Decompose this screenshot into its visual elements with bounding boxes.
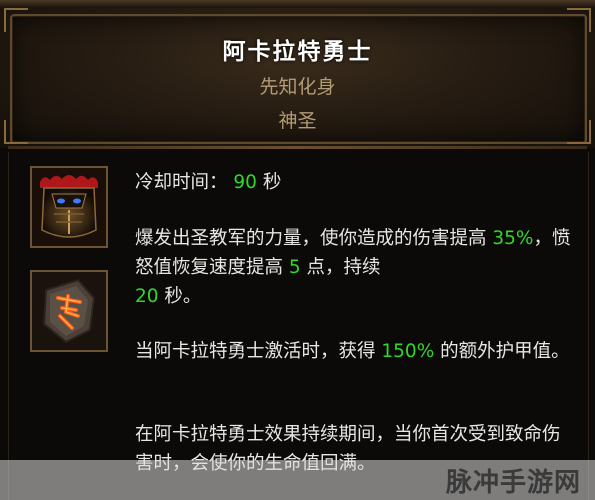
desc-text: 的额外护甲值。 — [434, 341, 570, 362]
skill-name: 阿卡拉特勇士 — [222, 39, 373, 65]
desc-text: 当阿卡拉特勇士激活时，获得 — [135, 341, 382, 362]
desc-value: 150% — [381, 341, 435, 362]
desc-value: 35% — [492, 228, 534, 249]
desc-text: 秒。 — [158, 286, 202, 307]
cooldown-value: 90 — [233, 172, 257, 193]
skill-tooltip: 阿卡拉特勇士 先知化身 神圣 冷却时间： 90 秒 爆发出圣教军的力量，使你造成… — [0, 0, 595, 500]
desc-text: 爆发出圣教军的力量，使你造成的伤害提高 — [135, 228, 493, 249]
helmet-icon[interactable] — [30, 166, 108, 248]
skill-type: 神圣 — [278, 110, 317, 132]
cooldown-label: 冷却时间： — [135, 172, 228, 193]
rune-icon[interactable] — [30, 270, 108, 352]
cooldown-line: 冷却时间： 90 秒 — [135, 168, 575, 197]
skill-class: 先知化身 — [259, 76, 336, 98]
description-paragraph-2: 当阿卡拉特勇士激活时，获得 150% 的额外护甲值。 — [135, 337, 575, 366]
header-divider — [8, 146, 587, 149]
frame-corner-ornament — [567, 8, 591, 32]
cooldown-unit: 秒 — [262, 172, 282, 193]
helmet-icon-graphic — [32, 168, 106, 246]
description-paragraph-1: 爆发出圣教军的力量，使你造成的伤害提高 35%，愤怒值恢复速度提高 5 点，持续… — [135, 224, 575, 311]
rune-icon-graphic — [32, 272, 106, 350]
desc-value: 5 — [288, 257, 301, 278]
tooltip-header: 阿卡拉特勇士 先知化身 神圣 — [0, 0, 595, 148]
frame-corner-ornament — [4, 8, 28, 32]
watermark-text: 脉冲手游网 — [445, 468, 581, 498]
header-top-edge — [0, 0, 595, 8]
desc-text: 点，持续 — [300, 257, 381, 278]
desc-value: 20 — [135, 286, 159, 307]
